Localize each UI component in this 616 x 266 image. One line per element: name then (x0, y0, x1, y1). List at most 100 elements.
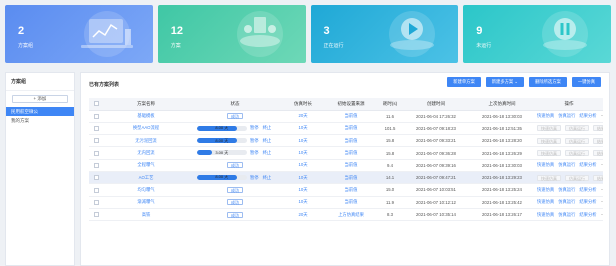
run-simulation-link[interactable]: 仿真运行 (565, 137, 589, 144)
sidebar-item-my-schemes[interactable]: 我的方案 (6, 116, 74, 125)
scheme-name-link[interactable]: AO工艺 (103, 171, 189, 185)
row-select-cell[interactable] (89, 110, 103, 123)
source-cell[interactable]: 上方仿真结果 (325, 208, 377, 222)
result-analysis-link[interactable]: 结果分析 (579, 212, 596, 217)
source-cell[interactable]: 当前值 (325, 183, 377, 197)
quick-simulate-link[interactable]: 快速仿真 (537, 212, 554, 217)
result-analysis-link[interactable]: 结果分析 (593, 137, 603, 144)
quick-simulate-link[interactable]: 快速仿真 (537, 162, 554, 167)
new-single-scheme-button[interactable]: 新建单方案 (447, 77, 481, 87)
more-icon[interactable]: ··· (601, 187, 603, 192)
row-select-cell[interactable] (89, 134, 103, 148)
row-select-cell[interactable] (89, 122, 103, 136)
source-cell[interactable]: 当前值 (325, 196, 377, 209)
row-select-cell[interactable] (89, 196, 103, 209)
quick-simulate-link[interactable]: 快速仿真 (537, 125, 561, 132)
pause-link[interactable]: 暂停 (250, 150, 259, 155)
scheme-name-link[interactable]: 均匀曝气 (103, 183, 189, 197)
result-analysis-link[interactable]: 结果分析 (579, 162, 596, 167)
table-row[interactable]: 均匀曝气 成功 10天 当前值 15.0 2021-06-07 10:03:51 2021-… (89, 183, 603, 197)
scheme-name-link[interactable]: 基础模板 (103, 110, 189, 123)
result-analysis-link[interactable]: 结果分析 (593, 125, 603, 132)
duration-cell[interactable]: 20天 (281, 208, 325, 222)
duration-cell[interactable]: 10天 (281, 171, 325, 185)
more-icon[interactable]: ··· (601, 113, 603, 118)
duration-cell[interactable]: 10天 (281, 196, 325, 209)
source-cell[interactable]: 当前值 (325, 146, 377, 160)
stat-card-groups[interactable]: 2 方案组 (5, 5, 153, 63)
stop-link[interactable]: 终止 (263, 175, 272, 180)
quick-simulate-link[interactable]: 快速仿真 (537, 137, 561, 144)
more-icon[interactable]: ··· (601, 212, 603, 217)
one-click-simulate-button[interactable]: 一键仿真 (571, 77, 601, 87)
stop-link[interactable]: 终止 (263, 138, 272, 143)
scheme-name-link[interactable]: 全程曝气 (103, 159, 189, 172)
duration-cell[interactable]: 10天 (281, 122, 325, 136)
row-checkbox[interactable] (93, 199, 99, 205)
row-select-cell[interactable] (89, 171, 103, 185)
table-row[interactable]: 无内回流 3.00 天 暂停 终止 10天 当前值 15.8 2021-06-07 09:3… (89, 146, 603, 160)
scheme-name-link[interactable]: 换型AAO流程 (103, 122, 189, 136)
result-analysis-link[interactable]: 结果分析 (579, 199, 596, 204)
table-row[interactable]: 换型AAO流程 8.00 天 暂停 终止 10天 当前值 101.5 2021-06-07 … (89, 122, 603, 136)
row-checkbox[interactable] (93, 212, 99, 218)
stat-card-not-running[interactable]: 9 未运行 (463, 5, 611, 63)
duration-cell[interactable]: 10天 (281, 134, 325, 148)
run-simulation-link[interactable]: 仿真运行 (558, 212, 575, 217)
row-checkbox[interactable] (93, 126, 99, 132)
quick-simulate-link[interactable]: 快速仿真 (537, 150, 561, 157)
row-checkbox[interactable] (93, 150, 99, 156)
quick-simulate-link[interactable]: 快速仿真 (537, 174, 561, 181)
stop-link[interactable]: 终止 (263, 125, 272, 130)
row-checkbox[interactable] (93, 113, 99, 119)
sidebar-item-group-1[interactable]: 民用航空微公 (6, 107, 74, 116)
stop-link[interactable]: 终止 (263, 150, 272, 155)
run-simulation-link[interactable]: 仿真运行 (565, 125, 589, 132)
source-cell[interactable]: 当前值 (325, 122, 377, 136)
quick-simulate-link[interactable]: 快速仿真 (537, 187, 554, 192)
source-cell[interactable]: 当前值 (325, 159, 377, 172)
stat-card-schemes[interactable]: 12 方案 (157, 5, 306, 63)
row-checkbox[interactable] (93, 187, 99, 193)
table-row[interactable]: 无污泥回流 8.00 天 暂停 终止 10天 当前值 15.8 2021-06-07 09:… (89, 134, 603, 148)
result-analysis-link[interactable]: 结果分析 (593, 150, 603, 157)
pause-link[interactable]: 暂停 (250, 175, 259, 180)
add-group-button[interactable]: + 添加 (12, 95, 68, 103)
scheme-name-link[interactable]: 渐减曝气 (103, 196, 189, 209)
duration-cell[interactable]: 10天 (281, 159, 325, 172)
source-cell[interactable]: 当前值 (325, 110, 377, 123)
row-select-cell[interactable] (89, 183, 103, 197)
result-analysis-link[interactable]: 结果分析 (579, 113, 596, 118)
table-row[interactable]: 渐减曝气 成功 10天 当前值 11.9 2021-06-07 10:12:12 2021-… (89, 196, 603, 209)
duration-cell[interactable]: 20天 (281, 110, 325, 123)
select-all-checkbox[interactable] (93, 101, 99, 107)
run-simulation-link[interactable]: 仿真运行 (558, 162, 575, 167)
table-row[interactable]: 高铁 成功 20天 上方仿真结果 8.3 2021-06-07 10:35:14 2021-… (89, 208, 603, 222)
scheme-name-link[interactable]: 无内回流 (103, 146, 189, 160)
delete-selected-button[interactable]: 删除所选方案 (529, 77, 567, 87)
row-checkbox[interactable] (93, 138, 99, 144)
pause-link[interactable]: 暂停 (250, 138, 259, 143)
row-checkbox[interactable] (93, 163, 99, 169)
row-select-cell[interactable] (89, 146, 103, 160)
duration-cell[interactable]: 10天 (281, 146, 325, 160)
result-analysis-link[interactable]: 结果分析 (579, 187, 596, 192)
table-row[interactable]: 全程曝气 成功 10天 当前值 9.4 2021-06-07 09:39:16 2021-0… (89, 159, 603, 172)
quick-simulate-link[interactable]: 快速仿真 (537, 113, 554, 118)
table-row[interactable]: 基础模板 成功 20天 当前值 11.6 2021-06-04 17:26:32 2021-… (89, 110, 603, 123)
more-icon[interactable]: ··· (601, 199, 603, 204)
run-simulation-link[interactable]: 仿真运行 (565, 150, 589, 157)
duration-cell[interactable]: 10天 (281, 183, 325, 197)
table-row[interactable]: AO工艺 8.00 天 暂停 终止 10天 当前值 14.1 2021-06-07 09:4… (89, 171, 603, 185)
quick-simulate-link[interactable]: 快速仿真 (537, 199, 554, 204)
run-simulation-link[interactable]: 仿真运行 (558, 187, 575, 192)
run-simulation-link[interactable]: 仿真运行 (565, 174, 589, 181)
new-multi-scheme-button[interactable]: 新建多方案 ⌄ (485, 77, 525, 87)
more-icon[interactable]: ··· (601, 162, 603, 167)
run-simulation-link[interactable]: 仿真运行 (558, 113, 575, 118)
select-all-header[interactable] (89, 98, 103, 111)
scheme-name-link[interactable]: 高铁 (103, 208, 189, 222)
source-cell[interactable]: 当前值 (325, 134, 377, 148)
result-analysis-link[interactable]: 结果分析 (593, 174, 603, 181)
run-simulation-link[interactable]: 仿真运行 (558, 199, 575, 204)
